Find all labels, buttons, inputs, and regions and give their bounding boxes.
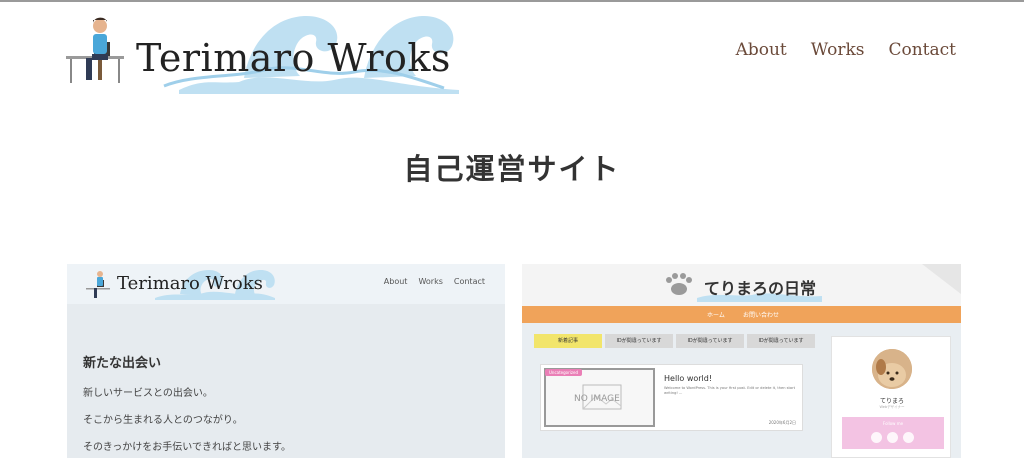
work2-profile-widget: てりまろ Webデザイナー Follow me [831,336,951,458]
work1-header: Terimaro Wroks About Works Contact [67,264,505,304]
work2-profile-name: てりまろ [879,398,904,405]
work2-nav-home: ホーム [707,312,725,319]
work2-post-excerpt: Welcome to WordPress. This is your first… [664,386,796,395]
work1-line-2: そこから生まれる人とのつながり。 [83,415,243,426]
work2-follow-box: Follow me [842,417,944,449]
twitter-icon [871,432,882,443]
top-divider [0,0,1024,2]
main-nav: About Works Contact [736,40,956,60]
work1-logo-text: Terimaro Wroks [117,273,263,294]
work2-tab-new: 新着記事 [534,334,602,348]
work2-tab-3: IDが間違っています [676,334,744,348]
work2-post-category: Uncategorized [545,369,582,376]
work-card-terimaro-nichijou[interactable]: てりまろの日常 ホーム お問い合わせ 新着記事 IDが間違っています IDが間違… [522,264,961,458]
site-logo-text: Terimaro Wroks [136,36,451,80]
work2-avatar [872,349,912,389]
work2-nav-contact: お問い合わせ [743,312,780,319]
nav-link-about[interactable]: About [736,40,787,60]
work2-post-card: NO IMAGE Uncategorized Hello world! Welc… [540,364,803,431]
work1-hero [67,304,505,458]
work2-site-title: てりまろの日常 [704,279,817,298]
section-title: 自己運営サイト [403,152,621,186]
work1-line-1: 新しいサービスとの出会い。 [83,388,213,399]
work1-nav-works: Works [418,277,443,286]
work1-nav-contact: Contact [453,277,485,286]
facebook-icon [887,432,898,443]
work2-header: てりまろの日常 [522,264,961,306]
nav-link-works[interactable]: Works [811,40,865,60]
work1-logo: Terimaro Wroks [85,266,285,302]
site-logo[interactable]: Terimaro Wroks [64,8,464,98]
work1-nav: About Works Contact [384,277,485,286]
work1-line-3: そのきっかけをお手伝いできればと思います。 [83,442,291,453]
work2-tab-2: IDが間違っています [605,334,673,348]
heart-icon [903,432,914,443]
work2-follow-label: Follow me [882,421,904,426]
work2-post-title: Hello world! [664,374,713,383]
dog-avatar-icon [872,349,912,389]
work1-nav-about: About [383,277,408,286]
work2-nav: ホーム お問い合わせ [522,306,961,323]
work2-post-date: 2020年6月2日 [768,420,796,425]
work2-no-image: NO IMAGE [544,368,655,427]
work2-no-image-text: NO IMAGE [574,394,620,404]
work1-heading: 新たな出会い [83,356,162,371]
nav-link-contact[interactable]: Contact [888,40,956,60]
work2-profile-subtitle: Webデザイナー [879,405,905,409]
work-card-terimaro-wroks[interactable]: Terimaro Wroks About Works Contact 新たな出会… [67,264,505,458]
work2-tab-4: IDが間違っています [747,334,815,348]
